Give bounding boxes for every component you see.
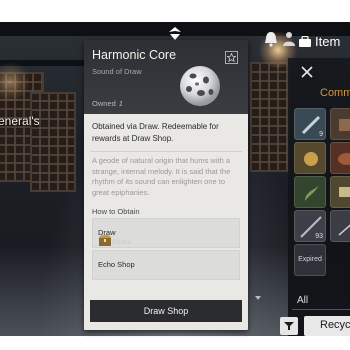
source-hint: Gacha: [112, 239, 132, 246]
meat-item-icon: [338, 153, 350, 165]
filter-all-label: All: [297, 295, 309, 306]
star-icon: [227, 53, 236, 62]
scroll-item-icon: [339, 187, 350, 197]
owned-count: 1: [118, 99, 123, 108]
filter-icon: [284, 322, 294, 330]
divider: [90, 151, 242, 152]
how-to-obtain-heading: How to Obtain: [92, 207, 140, 216]
item-title: Harmonic Core: [92, 48, 177, 62]
draw-shop-button[interactable]: Draw Shop: [90, 300, 242, 322]
close-icon[interactable]: [299, 64, 315, 80]
inventory-slot-expired[interactable]: Expired: [294, 244, 326, 276]
inventory-slot[interactable]: [330, 142, 350, 174]
inventory-slot[interactable]: 93: [294, 210, 326, 242]
inventory-slot[interactable]: [330, 176, 350, 208]
box-item-icon: [339, 119, 350, 131]
figure-icon[interactable]: [280, 30, 298, 48]
scroll-down-icon[interactable]: [255, 296, 261, 300]
bag-icon: [299, 35, 311, 47]
needle-item-icon: [338, 224, 350, 236]
inventory-title: Item: [315, 34, 341, 49]
inventory-header: Item: [298, 34, 340, 49]
inventory-slot[interactable]: [294, 176, 326, 208]
inventory-slot[interactable]: [330, 210, 350, 242]
bell-icon[interactable]: [262, 30, 280, 48]
gold-item-icon: [304, 152, 318, 166]
filter-dropdown[interactable]: All: [292, 292, 350, 310]
lore-description: A geode of natural origin that hums with…: [92, 156, 231, 198]
obtain-description: Obtained via Draw. Redeemable for reward…: [92, 122, 219, 143]
source-label: Echo Shop: [98, 260, 135, 269]
inventory-slot[interactable]: [294, 142, 326, 174]
owned-count-row: Owned 1: [84, 96, 248, 112]
tab-common[interactable]: Common: [320, 87, 350, 99]
chest-icon: [99, 235, 111, 246]
recycle-button[interactable]: Recycle: [304, 316, 350, 336]
card-header: Harmonic Core Sound of Draw Owned 1: [84, 40, 248, 114]
npc-name-label: eneral's: [0, 114, 40, 128]
herb-item-icon: [305, 185, 319, 201]
inventory-slot[interactable]: [330, 108, 350, 140]
item-detail-card: Harmonic Core Sound of Draw Owned 1 Obta…: [84, 40, 248, 330]
inventory-slot[interactable]: 9: [294, 108, 326, 140]
favorite-button[interactable]: [225, 51, 238, 64]
item-subtitle: Sound of Draw: [92, 67, 142, 76]
owned-label: Owned: [92, 99, 116, 108]
source-draw[interactable]: Draw Gacha: [92, 218, 240, 248]
source-echo-shop[interactable]: Echo Shop: [92, 250, 240, 280]
filter-button[interactable]: [280, 317, 298, 335]
